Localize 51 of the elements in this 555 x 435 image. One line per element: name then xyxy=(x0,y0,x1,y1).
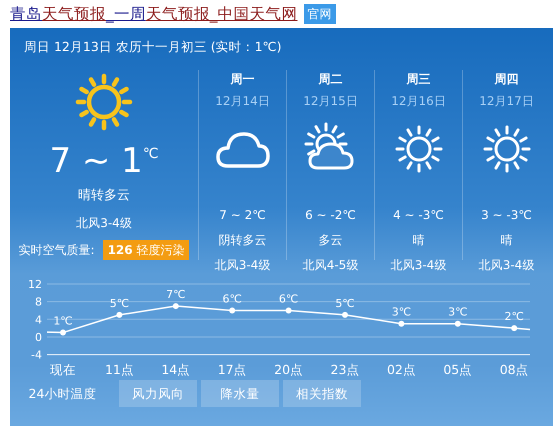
value-label: 1℃ xyxy=(53,314,73,328)
axis-tick-label: 12 xyxy=(28,278,42,291)
axis-tick-label: 8 xyxy=(35,296,42,309)
wind-text: 北风3-4级 xyxy=(214,257,272,274)
axis-category-label: 08点 xyxy=(500,362,529,377)
date-text: 12月17日 xyxy=(478,93,535,110)
date-header: 周日 12月13日 农历十一月初三 (实时：1℃) xyxy=(23,38,282,56)
aqi-badge: 126 轻度污染 xyxy=(102,240,190,260)
axis-category-label: 02点 xyxy=(386,362,416,377)
day-name: 周二 xyxy=(318,71,344,88)
value-label: 6℃ xyxy=(278,292,298,306)
day-name: 周四 xyxy=(494,71,520,88)
value-label: 7℃ xyxy=(166,288,186,302)
wind-text: 北风3-4级 xyxy=(390,257,448,274)
temperature-unit: ℃ xyxy=(142,145,159,164)
axis-category-label: 20点 xyxy=(274,362,304,377)
wind-text: 北风4-5级 xyxy=(302,257,360,274)
date-text: 12月14日 xyxy=(214,93,271,110)
axis-category-label: 现在 xyxy=(50,362,76,377)
wind-text: 北风3-4级 xyxy=(478,257,536,274)
weather-text: 阴转多云 xyxy=(218,232,268,249)
weather-text: 晴转多云 xyxy=(77,187,131,205)
weather-text: 晴 xyxy=(412,232,426,249)
axis-tick-label: 0 xyxy=(35,330,42,344)
date-text: 12月16日 xyxy=(390,93,447,110)
weather-text: 晴 xyxy=(500,232,514,249)
temperature-range: 7 ~ 2℃ xyxy=(218,207,267,224)
aqi-label: 实时空气质量: xyxy=(18,242,95,258)
value-label: 5℃ xyxy=(110,296,130,310)
axis-category-label: 23点 xyxy=(330,362,360,377)
value-label: 5℃ xyxy=(335,296,355,310)
value-label: 3℃ xyxy=(448,306,468,319)
temperature-range: 6 ~ -2℃ xyxy=(304,207,357,224)
axis-category-label: 14点 xyxy=(161,362,190,377)
day-name: 周一 xyxy=(230,71,256,88)
axis-tick-label: 4 xyxy=(35,313,42,326)
temperature: 7 ~ 1 xyxy=(49,144,143,178)
date-text: 12月15日 xyxy=(302,93,359,110)
temperature-range: 3 ~ -3℃ xyxy=(480,207,533,224)
value-label: 2℃ xyxy=(504,310,524,324)
day-name: 周三 xyxy=(406,71,432,88)
value-label: 3℃ xyxy=(392,306,412,319)
official-badge: 官网 xyxy=(304,4,336,24)
axis-tick-label: -4 xyxy=(31,348,42,362)
axis-category-label: 17点 xyxy=(218,362,247,377)
value-label: 6℃ xyxy=(222,292,242,306)
axis-category-label: 05点 xyxy=(443,362,472,377)
weather-text: 多云 xyxy=(318,232,344,249)
wind-text: 北风3-4级 xyxy=(75,214,133,232)
axis-category-label: 11点 xyxy=(104,362,134,377)
temperature-range: 4 ~ -3℃ xyxy=(392,207,445,224)
